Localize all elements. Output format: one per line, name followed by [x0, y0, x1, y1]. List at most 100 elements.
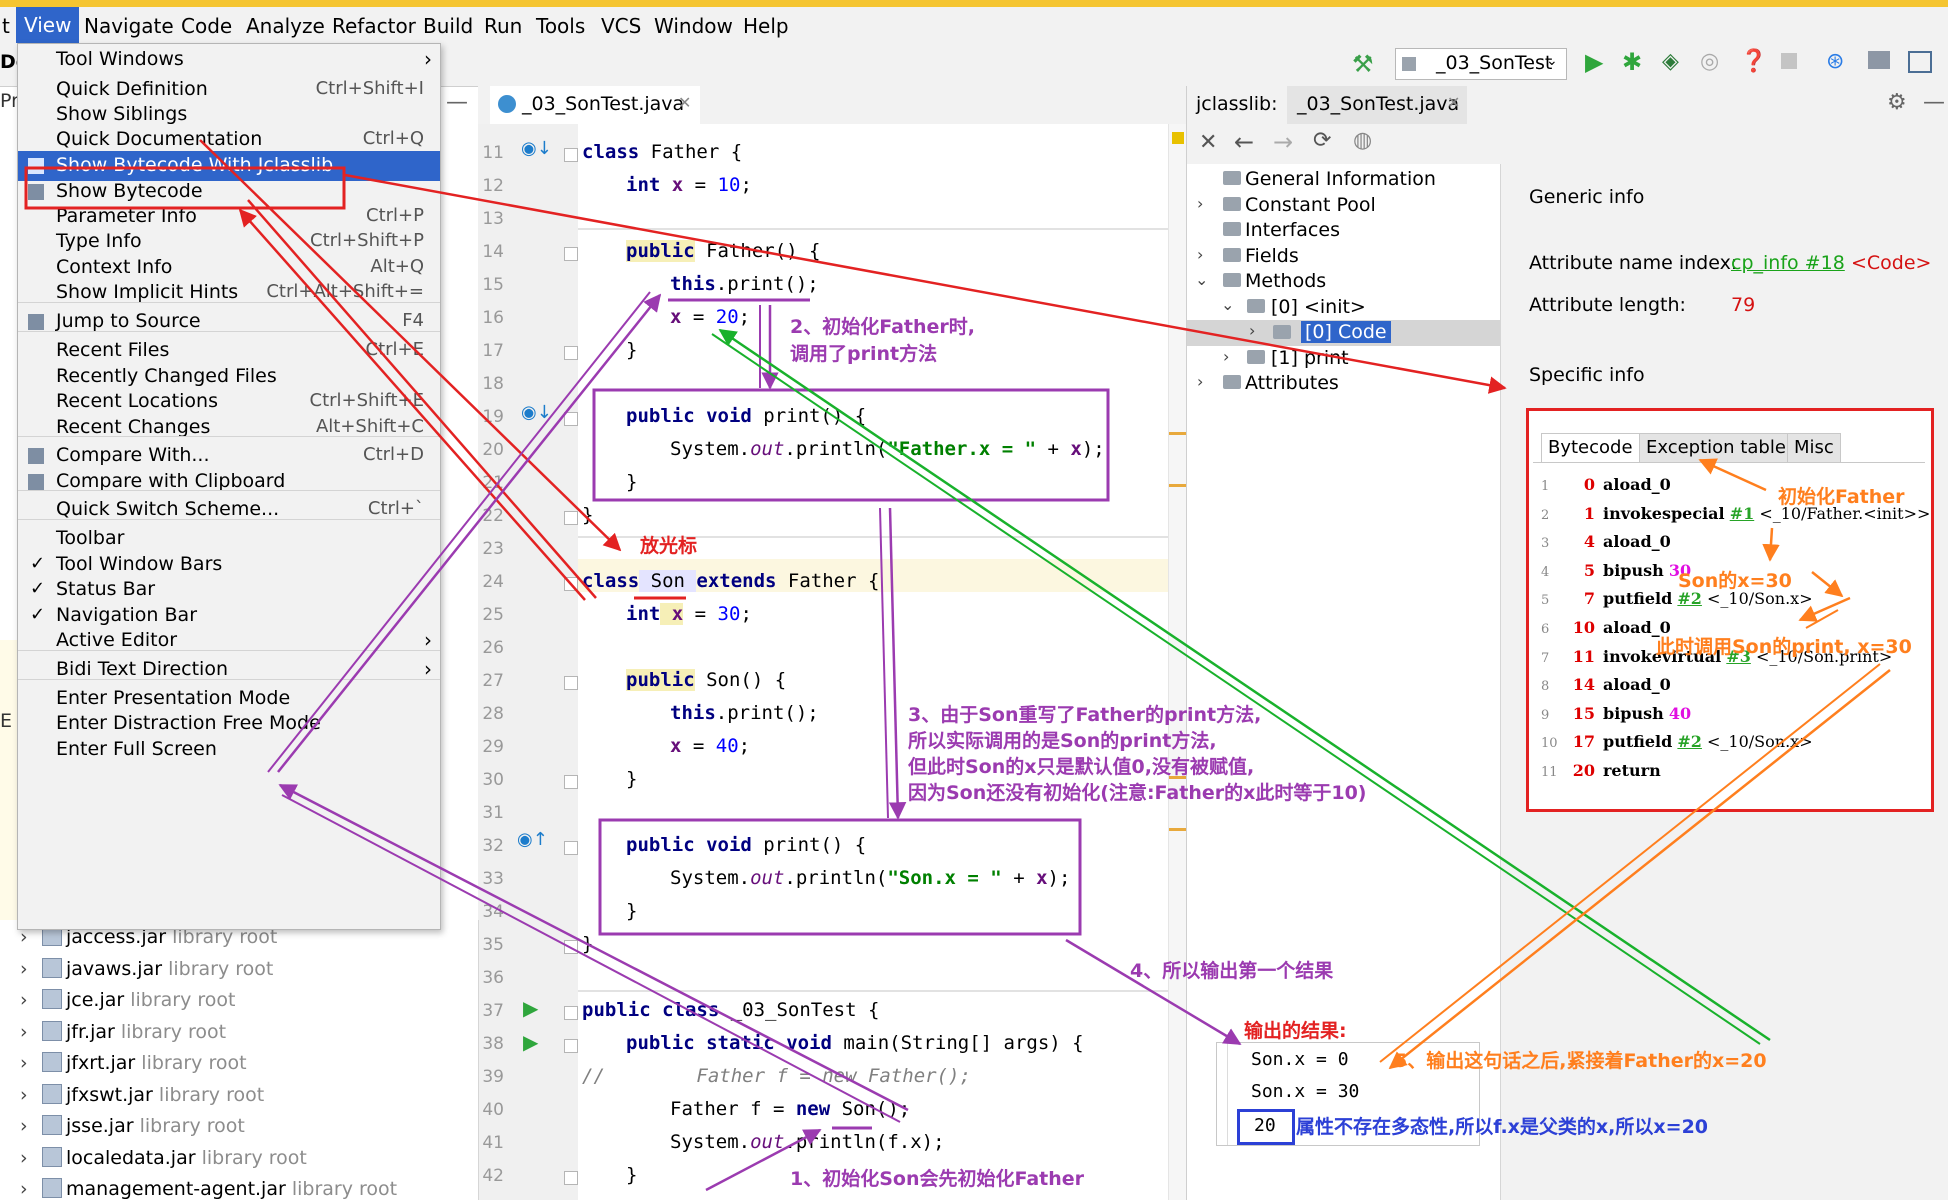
search-everywhere-icon[interactable]: ⊛	[1826, 49, 1844, 74]
editor-scrollbar[interactable]	[1168, 124, 1187, 1200]
build-hammer-icon[interactable]: ⚒	[1352, 50, 1374, 78]
tree-fields[interactable]: Fields	[1245, 245, 1299, 267]
chevron-right-icon[interactable]: ›	[20, 1052, 42, 1074]
fold-marker-icon[interactable]	[564, 1006, 578, 1020]
tree-attributes[interactable]: Attributes	[1245, 372, 1339, 394]
menu-item-show-implicit-hints[interactable]: Show Implicit Hints Ctrl+Alt+Shift+=	[18, 278, 440, 308]
menu-t[interactable]: t	[2, 14, 10, 38]
refresh-icon[interactable]: ⟳	[1313, 128, 1331, 153]
close-icon[interactable]: ✕	[678, 93, 691, 112]
chevron-right-icon[interactable]: ›	[20, 958, 42, 980]
chevron-right-icon[interactable]: ›	[1197, 245, 1203, 264]
overridden-method-icon[interactable]: ◉↓	[521, 138, 552, 159]
constant-pool-link[interactable]: #1	[1730, 504, 1755, 523]
menu-item-compare-with-clipboard[interactable]: Compare with Clipboard	[18, 467, 440, 497]
tree-interfaces[interactable]: Interfaces	[1245, 219, 1340, 241]
project-structure-icon[interactable]	[1868, 51, 1890, 69]
tab-jclasslib-file[interactable]: _03_SonTest.java ✕	[1287, 86, 1467, 124]
fold-marker-icon[interactable]	[564, 247, 578, 261]
gear-icon[interactable]: ⚙	[1887, 90, 1907, 115]
fold-marker-icon[interactable]	[564, 412, 578, 426]
tab-misc[interactable]: Misc	[1787, 433, 1841, 463]
tab-son-test[interactable]: _03_SonTest.java ✕	[490, 86, 700, 124]
bytecode-row[interactable]: 10 17 putfield #2 <_10/Son.x>	[1541, 732, 1813, 751]
tab-bytecode[interactable]: Bytecode	[1541, 433, 1640, 463]
tree-code-selected[interactable]: [0] Code	[1301, 321, 1391, 343]
menu-navigate[interactable]: Navigate	[84, 14, 174, 38]
chevron-right-icon[interactable]: ›	[20, 1147, 42, 1169]
tool-window-icon[interactable]	[1908, 51, 1932, 73]
chevron-right-icon[interactable]: ›	[1197, 194, 1203, 213]
menu-refactor[interactable]: Refactor	[332, 14, 416, 38]
bytecode-row[interactable]: 3 4 aload_0	[1541, 532, 1671, 551]
bytecode-row[interactable]: 8 14 aload_0	[1541, 675, 1671, 694]
debug-icon[interactable]: ✱	[1622, 48, 1642, 76]
fold-marker-icon[interactable]	[564, 511, 578, 525]
menu-item-recent-changes[interactable]: Recent Changes Alt+Shift+C	[18, 413, 440, 443]
menu-item-tool-windows[interactable]: Tool Windows ›	[18, 45, 440, 75]
close-icon[interactable]: ✕	[1447, 93, 1460, 112]
back-arrow-icon[interactable]: ←	[1234, 128, 1254, 156]
fold-marker-icon[interactable]	[564, 676, 578, 690]
menu-tools[interactable]: Tools	[536, 14, 585, 38]
bytecode-row[interactable]: 9 15 bipush 40	[1541, 704, 1691, 723]
library-item[interactable]: › localedata.jar library root	[20, 1146, 307, 1169]
coverage-icon[interactable]: ◈	[1662, 49, 1679, 74]
bytecode-row[interactable]: 6 10 aload_0	[1541, 618, 1671, 637]
menu-help[interactable]: Help	[743, 14, 789, 38]
library-item[interactable]: › jfxswt.jar library root	[20, 1083, 264, 1106]
tree-constant-pool[interactable]: Constant Pool	[1245, 194, 1376, 216]
chevron-right-icon[interactable]: ›	[20, 1021, 42, 1043]
menu-code[interactable]: Code	[181, 14, 232, 38]
menu-item-enter-full-screen[interactable]: Enter Full Screen	[18, 735, 440, 765]
profile-icon[interactable]: ◎	[1700, 49, 1719, 74]
tree-method-init[interactable]: [0] <init>	[1271, 296, 1366, 318]
chevron-right-icon[interactable]: ›	[1249, 321, 1255, 340]
library-item[interactable]: › jce.jar library root	[20, 989, 236, 1011]
library-item[interactable]: › javaws.jar library root	[20, 957, 273, 980]
library-item[interactable]: › jsse.jar library root	[20, 1115, 245, 1137]
chevron-right-icon[interactable]: ›	[1223, 347, 1229, 366]
tab-exception-table[interactable]: Exception table	[1639, 433, 1793, 463]
menu-item-active-editor[interactable]: Active Editor ›	[18, 626, 440, 656]
help-icon[interactable]: ❓	[1740, 49, 1767, 74]
overridden-method-icon[interactable]: ◉↓	[521, 402, 552, 423]
menu-build[interactable]: Build	[423, 14, 473, 38]
library-item[interactable]: › jfr.jar library root	[20, 1020, 226, 1043]
fold-marker-icon[interactable]	[564, 1039, 578, 1053]
library-item[interactable]: › management-agent.jar library root	[20, 1178, 397, 1200]
menu-window[interactable]: Window	[654, 14, 733, 38]
menu-analyze[interactable]: Analyze	[246, 14, 325, 38]
collapse-icon[interactable]: —	[446, 90, 468, 115]
menu-vcs[interactable]: VCS	[601, 14, 641, 38]
run-main-icon[interactable]: ▶	[523, 1030, 538, 1054]
tree-general-information[interactable]: General Information	[1245, 168, 1436, 190]
fold-marker-icon[interactable]	[564, 775, 578, 789]
attr-name-link[interactable]: cp_info #18	[1731, 252, 1845, 274]
minimize-icon[interactable]: —	[1923, 90, 1945, 115]
chevron-right-icon[interactable]: ›	[20, 1084, 42, 1106]
chevron-right-icon[interactable]: ›	[20, 1178, 42, 1200]
menu-item-quick-switch-scheme[interactable]: Quick Switch Scheme... Ctrl+`	[18, 495, 440, 525]
fold-marker-icon[interactable]	[564, 346, 578, 360]
tree-method-print[interactable]: [1] print	[1271, 347, 1349, 369]
fold-marker-icon[interactable]	[564, 148, 578, 162]
overriding-method-icon[interactable]: ◉↑	[517, 829, 548, 850]
run-config-selector[interactable]: _03_SonTest ⌄	[1395, 48, 1567, 80]
chevron-right-icon[interactable]: ›	[1197, 372, 1203, 391]
constant-pool-link[interactable]: #2	[1677, 732, 1702, 751]
run-icon[interactable]: ▶	[1585, 48, 1603, 76]
fold-marker-icon[interactable]	[564, 1171, 578, 1185]
menu-item-bidi-text-direction[interactable]: Bidi Text Direction ›	[18, 655, 440, 685]
menu-view[interactable]: View	[16, 7, 80, 43]
forward-arrow-icon[interactable]: →	[1273, 128, 1293, 156]
stop-icon[interactable]	[1781, 53, 1797, 69]
tree-methods[interactable]: Methods	[1245, 270, 1326, 292]
fold-marker-icon[interactable]	[564, 577, 578, 591]
chevron-down-icon[interactable]: ⌄	[1195, 270, 1208, 289]
close-icon[interactable]: ✕	[1199, 130, 1217, 155]
menu-run[interactable]: Run	[484, 14, 522, 38]
chevron-down-icon[interactable]: ⌄	[1221, 295, 1234, 314]
menu-item-jump-to-source[interactable]: Jump to Source F4	[18, 307, 440, 337]
fold-marker-icon[interactable]	[564, 841, 578, 855]
